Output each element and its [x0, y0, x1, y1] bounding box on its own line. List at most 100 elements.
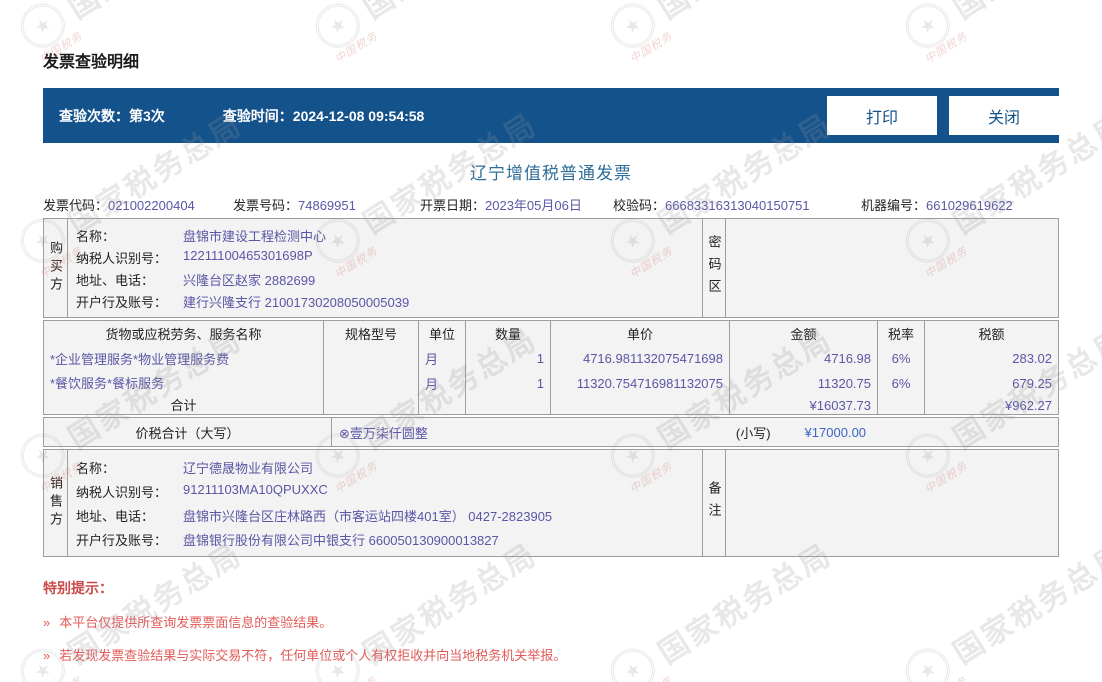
check-count-value: 第3次: [129, 107, 165, 124]
seller-address-row: 地址、电话： 盘锦市兴隆台区庄林路西（市客运站四楼401室） 0427-2823…: [76, 506, 698, 525]
column-header: 数量: [494, 327, 521, 342]
field-label: 名称：: [76, 228, 116, 244]
remarks-label-text: 备注: [706, 481, 722, 525]
check-count: 查验次数： 第3次: [59, 106, 165, 126]
password-area: [726, 219, 1058, 317]
buyer-side-label: 购买方: [44, 219, 68, 317]
column-amount: 金额 4716.98 11320.75 ¥16037.73: [730, 321, 878, 414]
machine-number: 机器编号：661029619622: [861, 195, 1013, 214]
item-name: *餐饮服务*餐标服务: [50, 376, 165, 392]
verification-topbar: 查验次数： 第3次 查验时间： 2024-12-08 09:54:58 打印 关闭: [43, 88, 1059, 143]
remarks-area: [726, 450, 1058, 556]
close-button[interactable]: 关闭: [949, 96, 1059, 135]
buyer-taxid-row: 纳税人识别号： 12211100465301698P: [76, 248, 698, 267]
watermark-tile: ★国家税务总局中国税务: [897, 0, 1102, 66]
remarks-label: 备注: [702, 450, 726, 556]
invoice-date-label: 开票日期：: [420, 198, 486, 213]
invoice-number-value: 74869951: [298, 198, 356, 213]
column-name: 货物或应税劳务、服务名称 *企业管理服务*物业管理服务费 *餐饮服务*餐标服务 …: [44, 321, 324, 414]
buyer-name-row: 名称： 盘锦市建设工程检测中心: [76, 226, 698, 245]
item-qty: 1: [536, 376, 544, 391]
column-header: 货物或应税劳务、服务名称: [105, 326, 262, 342]
tax-bureau-emblem-icon: ★: [602, 0, 664, 56]
invoice-checkcode-value: 66683316313040150751: [665, 198, 810, 213]
invoice-date: 开票日期：2023年05月06日: [420, 195, 613, 214]
notice-bullet: »: [43, 648, 51, 663]
seller-side-label: 销售方: [44, 450, 68, 556]
tax-bureau-emblem-icon: ★: [897, 640, 959, 682]
watermark-subtext: 中国税务: [922, 30, 971, 66]
watermark-subtext: 中国税务: [626, 673, 675, 682]
grand-total-words: ⊗壹万柒仟圆整: [339, 425, 428, 441]
invoice-verification-page: 发票查验明细 查验次数： 第3次 查验时间： 2024-12-08 09:54:58…: [0, 0, 1102, 682]
invoice-checkcode-label: 校验码：: [613, 198, 666, 213]
column-header: 单价: [626, 327, 653, 342]
item-tax: 679.25: [1012, 376, 1052, 391]
invoice-number-label: 发票号码：: [233, 198, 299, 213]
column-unit: 单位 月 月: [419, 321, 466, 414]
item-taxrate: 6%: [891, 376, 911, 391]
item-price: 11320.754716981132075: [576, 376, 723, 391]
buyer-bank-row: 开户行及账号： 建行兴隆支行 21001730208050005039: [76, 292, 698, 311]
invoice-number: 发票号码：74869951: [233, 195, 420, 214]
field-label: 开户行及账号：: [76, 294, 168, 310]
column-header: 税率: [887, 327, 914, 342]
field-value: 盘锦市建设工程检测中心: [183, 228, 327, 244]
buyer-address-row: 地址、电话： 兴隆台区赵家 2882699: [76, 270, 698, 289]
column-tax: 税额 283.02 679.25 ¥962.27: [925, 321, 1058, 414]
item-tax: 283.02: [1012, 351, 1052, 366]
column-qty: 数量 1 1: [466, 321, 551, 414]
column-header: 税额: [978, 327, 1005, 342]
items-table: 货物或应税劳务、服务名称 *企业管理服务*物业管理服务费 *餐饮服务*餐标服务 …: [43, 320, 1059, 415]
buyer-side-label-text: 购买方: [48, 241, 63, 295]
field-label: 纳税人识别号：: [76, 484, 168, 500]
grand-total-label: 价税合计（大写）: [44, 418, 332, 446]
invoice-codes-row: 发票代码：021002200404 发票号码：74869951 开票日期：202…: [43, 195, 1059, 214]
field-value: 12211100465301698P: [183, 247, 313, 263]
watermark-text: 国家税务总局: [943, 0, 1102, 27]
item-taxrate: 6%: [891, 351, 911, 366]
watermark-subtext: 中国税务: [921, 673, 970, 682]
total-amount: ¥16037.73: [809, 397, 871, 413]
seller-taxid-row: 纳税人识别号： 91211103MA10QPUXXC: [76, 482, 698, 501]
check-time-label: 查验时间：: [222, 107, 293, 124]
invoice-code: 发票代码：021002200404: [43, 195, 233, 214]
notice-text: 若发现发票查验结果与实际交易不符，任何单位或个人有权拒收并向当地税务机关举报。: [59, 648, 567, 663]
grand-total-content: ⊗壹万柒仟圆整 (小写) ¥17000.00: [332, 418, 1058, 446]
notice-text: 本平台仅提供所查询发票票面信息的查验结果。: [59, 615, 333, 630]
item-unit: 月: [425, 352, 439, 367]
field-value: 建行兴隆支行 21001730208050005039: [183, 294, 410, 310]
invoice-code-label: 发票代码：: [43, 198, 109, 213]
grand-total-small-value: ¥17000.00: [804, 424, 867, 440]
item-qty: 1: [536, 351, 544, 366]
watermark-tile: ★国家税务总局中国税务: [307, 0, 585, 66]
seller-name-row: 名称： 辽宁德晟物业有限公司: [76, 458, 698, 477]
notice-item: » 若发现发票查验结果与实际交易不符，任何单位或个人有权拒收并向当地税务机关举报。: [43, 645, 566, 664]
buyer-fields: 名称： 盘锦市建设工程检测中心 纳税人识别号： 1221110046530169…: [68, 219, 702, 317]
machine-number-value: 661029619622: [926, 198, 1013, 213]
watermark-subtext: 中国税务: [332, 30, 381, 66]
field-value: 盘锦市兴隆台区庄林路西（市客运站四楼401室） 0427-2823905: [183, 508, 553, 524]
watermark-text: 国家税务总局: [353, 0, 544, 27]
check-time-value: 2024-12-08 09:54:58: [292, 107, 425, 124]
item-name: *企业管理服务*物业管理服务费: [50, 351, 230, 367]
tax-bureau-emblem-icon: ★: [602, 640, 664, 682]
check-count-label: 查验次数：: [59, 107, 129, 124]
machine-number-label: 机器编号：: [861, 198, 927, 213]
item-amount: 4716.98: [824, 351, 871, 366]
item-price: 4716.981132075471698: [582, 351, 723, 366]
check-time: 查验时间： 2024-12-08 09:54:58: [223, 106, 425, 126]
seller-section: 销售方 名称： 辽宁德晟物业有限公司 纳税人识别号： 91211103MA10Q…: [43, 449, 1059, 557]
seller-bank-row: 开户行及账号： 盘锦银行股份有限公司中银支行 66005013090001382…: [76, 530, 698, 549]
password-area-label: 密码区: [702, 219, 726, 317]
notice-bullet: »: [43, 615, 51, 630]
column-header: 规格型号: [344, 327, 397, 342]
topbar-buttons: 打印 关闭: [827, 88, 1059, 143]
watermark-subtext: 中国税务: [36, 673, 85, 682]
column-header: 单位: [428, 327, 455, 342]
print-button[interactable]: 打印: [827, 96, 937, 135]
special-notice: 特别提示： » 本平台仅提供所查询发票票面信息的查验结果。 » 若发现发票查验结果与…: [43, 578, 566, 664]
item-amount: 11320.75: [817, 376, 871, 391]
item-unit: 月: [425, 377, 439, 392]
column-price: 单价 4716.981132075471698 11320.7547169811…: [551, 321, 730, 414]
